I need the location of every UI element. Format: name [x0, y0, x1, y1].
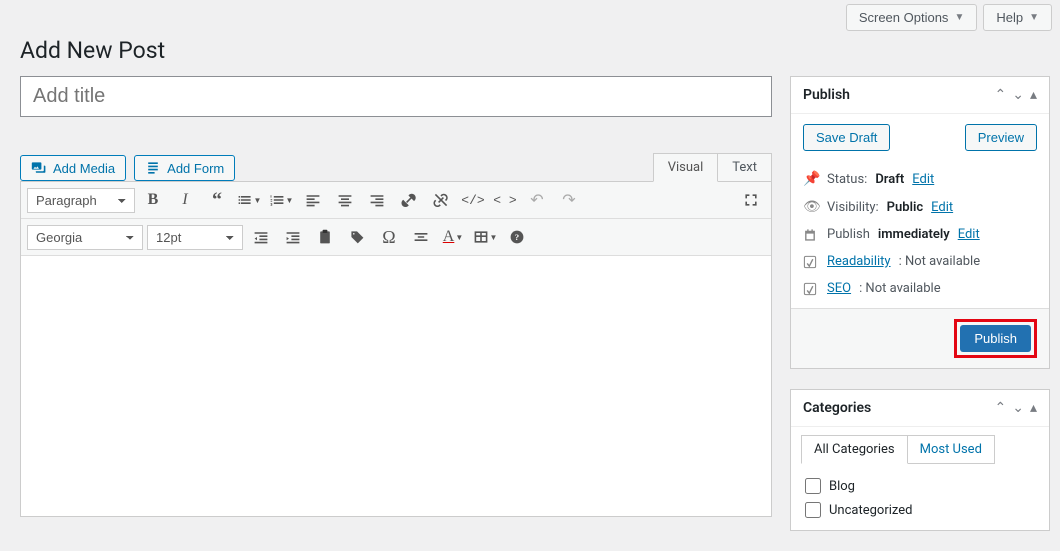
readability-value: : Not available	[899, 254, 981, 269]
italic-icon[interactable]: I	[171, 186, 199, 214]
chevron-down-icon: ▼	[954, 12, 964, 23]
text-color-icon[interactable]: A▼	[439, 223, 467, 251]
align-center-icon[interactable]	[331, 186, 359, 214]
tab-all-categories[interactable]: All Categories	[801, 435, 908, 464]
post-title-input[interactable]	[20, 76, 772, 117]
add-form-label: Add Form	[167, 161, 224, 176]
table-icon[interactable]: ▼	[471, 223, 499, 251]
special-char-icon[interactable]: Ω	[375, 223, 403, 251]
move-down-icon[interactable]: ⌄	[1012, 87, 1024, 103]
redo-icon[interactable]: ↷	[555, 186, 583, 214]
indent-icon[interactable]	[279, 223, 307, 251]
format-select[interactable]: Paragraph	[27, 188, 135, 213]
page-title: Add New Post	[0, 31, 1060, 64]
editor-container: Paragraph B I “ ▼ ▼ </> < > ↶ ↷ Georgia …	[20, 181, 772, 517]
publish-metabox: Publish ⌃ ⌄ ▴ Save Draft Preview 📌 Statu…	[790, 76, 1050, 369]
categories-metabox: Categories ⌃ ⌄ ▴ All Categories Most Use…	[790, 389, 1050, 531]
publish-title: Publish	[803, 87, 850, 103]
readability-link[interactable]: Readability	[827, 254, 891, 269]
schedule-value: immediately	[878, 227, 950, 242]
chevron-down-icon: ▼	[1029, 12, 1039, 23]
tab-text[interactable]: Text	[718, 153, 772, 182]
pin-icon: 📌	[803, 171, 819, 187]
yoast-readability-icon	[803, 255, 819, 269]
category-item[interactable]: Uncategorized	[805, 498, 1035, 522]
bold-icon[interactable]: B	[139, 186, 167, 214]
edit-visibility-link[interactable]: Edit	[931, 200, 953, 215]
categories-title: Categories	[803, 400, 871, 416]
add-media-label: Add Media	[53, 161, 115, 176]
visibility-icon: 👁	[803, 199, 819, 215]
tab-visual[interactable]: Visual	[653, 153, 719, 182]
screen-options-label: Screen Options	[859, 10, 949, 25]
category-label: Blog	[829, 479, 855, 494]
help-icon[interactable]: ?	[503, 223, 531, 251]
preview-button[interactable]: Preview	[965, 124, 1037, 151]
clear-format-icon[interactable]	[407, 223, 435, 251]
seo-value: : Not available	[859, 281, 941, 296]
align-right-icon[interactable]	[363, 186, 391, 214]
media-icon	[31, 160, 47, 176]
bullet-list-icon[interactable]: ▼	[235, 186, 263, 214]
tab-most-used[interactable]: Most Used	[908, 435, 995, 464]
visibility-value: Public	[887, 200, 923, 215]
status-value: Draft	[875, 172, 904, 187]
undo-icon[interactable]: ↶	[523, 186, 551, 214]
move-up-icon[interactable]: ⌃	[995, 400, 1007, 416]
collapse-icon[interactable]: ▴	[1030, 400, 1037, 416]
category-checkbox-blog[interactable]	[805, 478, 821, 494]
visibility-label: Visibility:	[827, 200, 879, 215]
category-label: Uncategorized	[829, 503, 912, 518]
toolbar-row-2: Georgia 12pt Ω A▼ ▼ ?	[21, 219, 771, 256]
outdent-icon[interactable]	[247, 223, 275, 251]
save-draft-button[interactable]: Save Draft	[803, 124, 890, 151]
font-select[interactable]: Georgia	[27, 225, 143, 250]
help-label: Help	[996, 10, 1023, 25]
category-checkbox-uncategorized[interactable]	[805, 502, 821, 518]
add-media-button[interactable]: Add Media	[20, 155, 126, 181]
editor-body[interactable]	[21, 256, 771, 516]
unlink-icon[interactable]	[427, 186, 455, 214]
blockquote-icon[interactable]: “	[203, 186, 231, 214]
edit-status-link[interactable]: Edit	[912, 172, 934, 187]
codeblock-icon[interactable]: < >	[491, 186, 519, 214]
schedule-label: Publish	[827, 227, 870, 242]
category-item[interactable]: Blog	[805, 474, 1035, 498]
numbered-list-icon[interactable]: ▼	[267, 186, 295, 214]
screen-options-button[interactable]: Screen Options ▼	[846, 4, 978, 31]
paste-icon[interactable]	[311, 223, 339, 251]
status-label: Status:	[827, 172, 867, 187]
yoast-seo-icon	[803, 282, 819, 296]
collapse-icon[interactable]: ▴	[1030, 87, 1037, 103]
fontsize-select[interactable]: 12pt	[147, 225, 243, 250]
svg-text:?: ?	[515, 232, 519, 242]
code-icon[interactable]: </>	[459, 186, 487, 214]
link-icon[interactable]	[395, 186, 423, 214]
move-down-icon[interactable]: ⌄	[1012, 400, 1024, 416]
form-icon	[145, 160, 161, 176]
edit-schedule-link[interactable]: Edit	[958, 227, 980, 242]
fullscreen-icon[interactable]	[737, 186, 765, 214]
calendar-icon	[803, 228, 819, 242]
add-form-button[interactable]: Add Form	[134, 155, 235, 181]
seo-link[interactable]: SEO	[827, 281, 851, 296]
toolbar-row-1: Paragraph B I “ ▼ ▼ </> < > ↶ ↷	[21, 182, 771, 219]
help-button[interactable]: Help ▼	[983, 4, 1052, 31]
publish-button[interactable]: Publish	[960, 325, 1031, 352]
publish-highlight: Publish	[954, 319, 1037, 358]
align-left-icon[interactable]	[299, 186, 327, 214]
move-up-icon[interactable]: ⌃	[995, 87, 1007, 103]
tag-icon[interactable]	[343, 223, 371, 251]
